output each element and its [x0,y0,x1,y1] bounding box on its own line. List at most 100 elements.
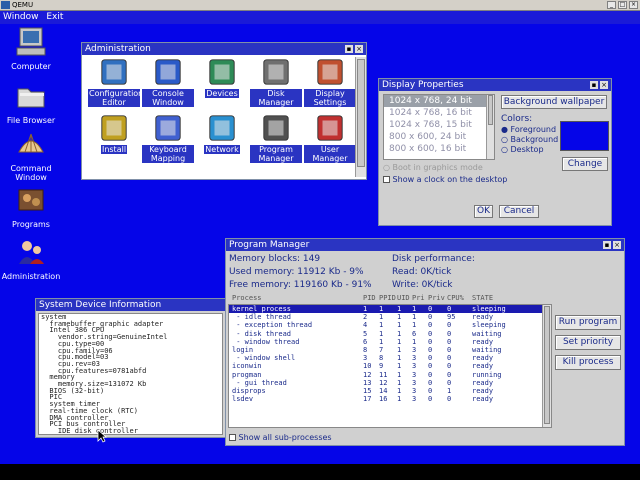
admin-item-console-window[interactable]: Console Window [141,57,195,113]
table-row[interactable]: lsdev 17 16 1 3 0 0 ready [229,395,543,403]
close-icon[interactable]: × [629,1,638,9]
process-table[interactable]: kernel process 1 1 1 1 0 0 sleeping - idle thre… [228,304,552,428]
admin-item-install[interactable]: Install [87,113,141,169]
table-row[interactable]: iconwin 10 9 1 3 0 0 ready [229,362,543,370]
close-icon[interactable]: × [600,81,608,89]
ok-button[interactable]: OK [474,205,493,218]
table-row[interactable]: - exception thread 4 1 1 1 0 0 sleeping [229,321,543,329]
admin-item-disk-manager[interactable]: Disk Manager [249,57,303,113]
menu-window[interactable]: Window [3,12,39,22]
colors-label: Colors: [501,114,533,124]
minimize-icon[interactable]: ▪ [590,81,598,89]
table-row[interactable]: - idle thread 2 1 1 1 0 95 ready [229,313,543,321]
table-cell: 5 [363,329,368,338]
table-row[interactable]: - disk thread 5 1 1 6 0 0 waiting [229,330,543,338]
boot-graphics-label: Boot in graphics mode [392,163,483,172]
column-header[interactable]: Priv [428,294,445,302]
minimize-icon[interactable]: _ [607,1,616,9]
system-device-title: System Device Information [39,300,162,310]
column-header[interactable]: STATE [472,294,493,302]
color-option-foreground[interactable]: ● Foreground [501,125,558,135]
color-option-desktop[interactable]: ○ Desktop [501,145,558,155]
table-cell: 0 [447,337,452,346]
set-priority-button[interactable]: Set priority [555,335,621,350]
table-cell: 0 [447,362,452,371]
admin-item-configuration-editor[interactable]: Configuration Editor [87,57,143,113]
mode-list-item[interactable]: 1024 x 768, 16 bit [384,107,486,119]
admin-item-network[interactable]: Network [195,113,249,169]
column-header[interactable]: CPU% [447,294,464,302]
show-clock-option[interactable]: Show a clock on the desktop [383,175,507,184]
maximize-icon[interactable]: □ [618,1,627,9]
table-row[interactable]: - gui thread 13 12 1 3 0 0 ready [229,379,543,387]
close-icon[interactable]: × [613,241,621,249]
process-table-scrollbar[interactable] [542,305,551,427]
administration-scrollbar[interactable] [355,57,366,177]
admin-item-user-manager[interactable]: User Manager [303,113,357,169]
table-cell: ready [472,313,494,322]
minimize-icon[interactable]: ▪ [345,45,353,53]
column-header[interactable]: Process [232,294,262,302]
table-cell: 3 [412,345,417,354]
disk-write: Write: 0K/tick [392,280,453,290]
show-all-checkbox[interactable] [229,434,236,441]
close-icon[interactable]: × [355,45,363,53]
table-cell: 0 [447,321,452,330]
admin-item-devices[interactable]: Devices [195,57,249,113]
desktop-programs[interactable]: Programs [0,184,62,229]
table-cell: disprops [232,386,266,395]
minimize-icon[interactable]: ▪ [603,241,611,249]
column-header[interactable]: UID [397,294,410,302]
run-program-button[interactable]: Run program [555,315,621,330]
column-header[interactable]: PID [363,294,376,302]
menu-exit[interactable]: Exit [46,12,63,22]
admin-item-label: Keyboard Mapping [142,145,194,163]
system-device-title-bar[interactable]: System Device Information [36,299,225,311]
show-all-label: Show all sub-processes [238,433,332,442]
program-manager-title-bar[interactable]: Program Manager ▪ × [226,239,624,251]
table-row[interactable]: disprops 15 14 1 3 0 1 ready [229,387,543,395]
table-row[interactable]: progman 12 11 1 3 0 0 running [229,371,543,379]
column-header[interactable]: Pri [412,294,425,302]
change-button[interactable]: Change [562,157,608,171]
desktop-file-browser[interactable]: File Browser [0,80,62,125]
desktop-command-window-label: Command Window [0,164,62,182]
administration-title-bar[interactable]: Administration ▪ × [82,43,366,55]
scrollbar-thumb[interactable] [544,306,550,424]
table-cell: 1 [397,345,402,354]
table-cell: 8 [363,345,368,354]
show-clock-checkbox[interactable] [383,176,390,183]
admin-item-program-manager[interactable]: Program Manager [249,113,303,169]
mode-list[interactable]: 1024 x 768, 24 bit 1024 x 768, 16 bit 1024… [383,94,495,160]
mode-list-item[interactable]: 1024 x 768, 24 bit [384,95,486,107]
admin-item-display-settings[interactable]: Display Settings [303,57,357,113]
column-header[interactable]: PPID [379,294,396,302]
table-row[interactable]: - window thread 6 1 1 1 0 0 ready [229,338,543,346]
show-all-option[interactable]: Show all sub-processes [229,433,332,442]
cancel-button[interactable]: Cancel [499,205,539,218]
table-cell: 95 [447,313,456,322]
admin-item-keyboard-mapping[interactable]: Keyboard Mapping [141,113,195,169]
device-tree[interactable]: system framebuffer graphic adapter Intel… [38,313,223,435]
table-row[interactable]: - window shell 3 8 1 3 0 0 ready [229,354,543,362]
desktop-administration[interactable]: Administration [0,236,62,281]
kill-process-button[interactable]: Kill process [555,355,621,370]
mode-list-scrollbar[interactable] [486,95,494,159]
desktop-command-window[interactable]: Command Window [0,128,62,182]
color-option-background[interactable]: ○ Background [501,135,558,145]
table-row[interactable]: login 8 7 1 3 0 0 waiting [229,346,543,354]
admin-item-label: User Manager [304,145,356,163]
table-row[interactable]: kernel process 1 1 1 1 0 0 sleeping [229,305,543,314]
scrollbar-thumb[interactable] [357,59,365,167]
table-cell: 1 [397,386,402,395]
desktop-computer[interactable]: Computer [0,26,62,71]
mode-list-item[interactable]: 800 x 600, 24 bit [384,131,486,143]
mode-list-item[interactable]: 800 x 600, 16 bit [384,143,486,155]
display-properties-title-bar[interactable]: Display Properties ▪ × [379,79,611,91]
scrollbar-thumb[interactable] [488,95,493,125]
mode-list-item[interactable]: 1024 x 768, 15 bit [384,119,486,131]
background-wallpaper-button[interactable]: Background wallpaper [501,95,607,109]
program-manager-icon [249,113,303,145]
program-manager-title: Program Manager [229,240,310,250]
table-cell: 0 [428,386,433,395]
